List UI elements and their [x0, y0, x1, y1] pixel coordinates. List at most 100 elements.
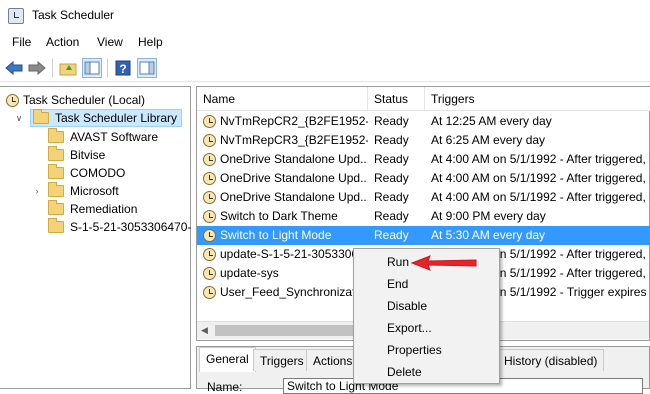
name-label: Name: [207, 380, 243, 394]
table-row[interactable]: OneDrive Standalone Upd... Ready At 4:00 A… [197, 188, 650, 207]
toolbar: ? [0, 54, 650, 82]
tree-item-label: AVAST Software [70, 130, 159, 144]
task-triggers: At 6:25 AM every day [431, 133, 546, 147]
task-status: Ready [374, 209, 409, 223]
title-bar: Task Scheduler [0, 0, 650, 31]
tree-item-label: Microsoft [70, 184, 119, 198]
menu-view[interactable]: View [97, 35, 123, 49]
tree-item-folder[interactable]: COMODO [48, 164, 125, 182]
menu-action[interactable]: Action [46, 35, 79, 49]
task-clock-icon [203, 115, 216, 128]
tab-actions[interactable]: Actions [306, 349, 360, 371]
folder-icon [48, 164, 64, 179]
toolbar-separator [52, 59, 53, 77]
task-name: Switch to Dark Theme [220, 209, 338, 223]
folder-icon [48, 146, 64, 161]
menu-item-disable[interactable]: Disable [387, 296, 427, 316]
menu-item-export[interactable]: Export... [387, 318, 432, 338]
menu-item-properties[interactable]: Properties [387, 340, 442, 360]
tab-history[interactable]: History (disabled) [497, 349, 605, 371]
tree-item-label: S-1-5-21-3053306470- [70, 220, 192, 234]
task-status: Ready [374, 133, 409, 147]
task-name: OneDrive Standalone Upd... [220, 171, 368, 185]
task-scheduler-icon [6, 93, 19, 107]
task-name: update-sys [220, 266, 279, 280]
menu-file[interactable]: File [12, 35, 31, 49]
navigation-tree: Task Scheduler (Local) ∨ Task Scheduler … [0, 86, 191, 389]
tree-item-folder[interactable]: › Microsoft [32, 182, 119, 200]
tree-item-label: COMODO [70, 166, 126, 180]
tree-item-folder[interactable]: S-1-5-21-3053306470- [48, 218, 191, 236]
scroll-left-icon[interactable]: ◀ [201, 325, 208, 336]
task-status: Ready [374, 171, 409, 185]
task-clock-icon [203, 134, 216, 147]
column-header-triggers[interactable]: Triggers [425, 87, 650, 111]
task-triggers: At 4:00 AM on 5/1/1992 - After triggered… [431, 171, 650, 185]
action-pane-icon[interactable] [137, 58, 157, 78]
task-name: OneDrive Standalone Upd... [220, 190, 368, 204]
task-name: update-S-1-5-21-3053306... [220, 247, 368, 261]
tree-item-label: Remediation [70, 202, 138, 216]
folder-icon [48, 182, 64, 197]
chevron-right-icon[interactable]: › [32, 186, 42, 196]
tree-item-folder[interactable]: Bitvise [48, 146, 105, 164]
folder-icon [48, 128, 64, 143]
task-name: Switch to Light Mode [220, 228, 332, 242]
task-clock-icon [203, 191, 216, 204]
table-row[interactable]: NvTmRepCR2_{B2FE1952-... Ready At 12:25 AM… [197, 112, 650, 131]
table-row[interactable]: OneDrive Standalone Upd... Ready At 4:00 A… [197, 169, 650, 188]
tree-item-label: Task Scheduler (Local) [23, 93, 146, 107]
tab-triggers[interactable]: Triggers [253, 349, 311, 371]
menu-item-end[interactable]: End [387, 274, 408, 294]
tree-item-folder[interactable]: Remediation [48, 200, 137, 218]
task-scheduler-icon [8, 8, 24, 24]
tree-item-folder[interactable]: AVAST Software [48, 128, 158, 146]
tree-item-label: Task Scheduler Library [55, 111, 178, 125]
folder-icon [48, 218, 64, 233]
help-icon[interactable]: ? [113, 58, 133, 78]
task-status: Ready [374, 190, 409, 204]
task-clock-icon [203, 153, 216, 166]
folder-icon [48, 200, 64, 215]
task-triggers: At 5:30 AM every day [431, 228, 546, 242]
tree-item-label: Bitvise [70, 148, 106, 162]
up-folder-icon[interactable] [58, 58, 78, 78]
table-row[interactable]: Switch to Light Mode Ready At 5:30 AM ever… [197, 226, 650, 245]
task-clock-icon [203, 229, 216, 242]
menu-item-delete[interactable]: Delete [387, 362, 422, 382]
task-name: User_Feed_Synchronization... [220, 285, 368, 299]
task-list-header: Name Status Triggers [197, 87, 650, 111]
task-triggers: At 12:25 AM every day [431, 114, 552, 128]
task-clock-icon [203, 286, 216, 299]
task-name: NvTmRepCR3_{B2FE1952-... [220, 133, 368, 147]
tree-item-library[interactable]: ∨ Task Scheduler Library [14, 109, 183, 127]
task-clock-icon [203, 172, 216, 185]
table-row[interactable]: Switch to Dark Theme Ready At 9:00 PM ever… [197, 207, 650, 226]
task-status: Ready [374, 152, 409, 166]
column-header-name[interactable]: Name [197, 87, 368, 111]
task-status: Ready [374, 228, 409, 242]
menu-item-run[interactable]: Run [387, 252, 409, 272]
task-name: NvTmRepCR2_{B2FE1952-... [220, 114, 368, 128]
task-triggers: At 4:00 AM on 5/1/1992 - After triggered… [431, 152, 650, 166]
tree-item-root[interactable]: Task Scheduler (Local) [6, 91, 145, 109]
task-clock-icon [203, 248, 216, 261]
red-arrow-icon [410, 255, 477, 271]
task-triggers: At 4:00 AM on 5/1/1992 - After triggered… [431, 190, 650, 204]
table-row[interactable]: NvTmRepCR3_{B2FE1952-... Ready At 6:25 AM … [197, 131, 650, 150]
toolbar-separator [107, 59, 108, 77]
table-row[interactable]: OneDrive Standalone Upd... Ready At 4:00 A… [197, 150, 650, 169]
window-title: Task Scheduler [32, 8, 115, 22]
show-hide-tree-icon[interactable] [82, 58, 102, 78]
folder-icon [33, 109, 49, 124]
forward-arrow-icon[interactable] [27, 58, 47, 78]
menu-help[interactable]: Help [138, 35, 163, 49]
tab-general[interactable]: General [199, 347, 256, 372]
menu-bar: File Action View Help [0, 31, 650, 54]
task-status: Ready [374, 114, 409, 128]
task-clock-icon [203, 267, 216, 280]
chevron-down-icon[interactable]: ∨ [14, 113, 24, 124]
task-clock-icon [203, 210, 216, 223]
back-arrow-icon[interactable] [4, 58, 24, 78]
column-header-status[interactable]: Status [368, 87, 425, 111]
